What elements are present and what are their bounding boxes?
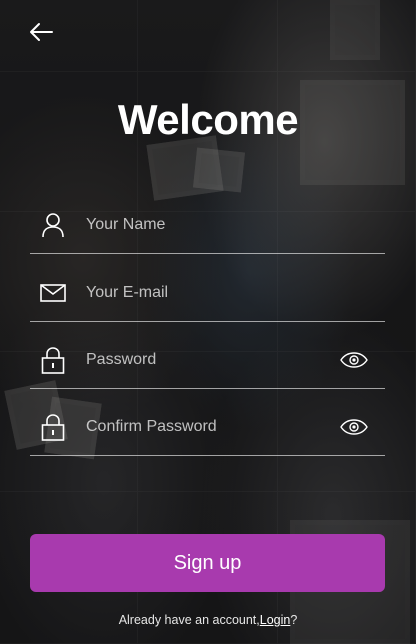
name-field-row xyxy=(30,196,385,254)
eye-icon[interactable] xyxy=(337,351,371,368)
page-title: Welcome xyxy=(117,96,299,143)
login-link[interactable]: Login xyxy=(260,613,291,627)
confirm-password-field-row xyxy=(30,398,385,456)
confirm-password-input[interactable] xyxy=(86,417,337,436)
password-input[interactable] xyxy=(86,350,337,369)
lock-icon xyxy=(30,413,76,441)
email-input[interactable] xyxy=(86,283,385,302)
login-prompt-suffix: ? xyxy=(290,613,298,627)
arrow-left-icon xyxy=(30,23,53,41)
login-prompt-text: Already have an account, xyxy=(118,613,260,627)
user-icon xyxy=(30,212,76,238)
lock-icon xyxy=(30,346,76,374)
password-field-row xyxy=(30,331,385,389)
login-prompt: Already have an account,Login? xyxy=(0,613,416,627)
back-button[interactable] xyxy=(26,18,56,46)
mail-icon xyxy=(30,283,76,302)
email-field-row xyxy=(30,264,385,322)
signup-button[interactable]: Sign up xyxy=(30,534,385,592)
eye-icon[interactable] xyxy=(337,418,371,435)
name-input[interactable] xyxy=(86,215,385,234)
